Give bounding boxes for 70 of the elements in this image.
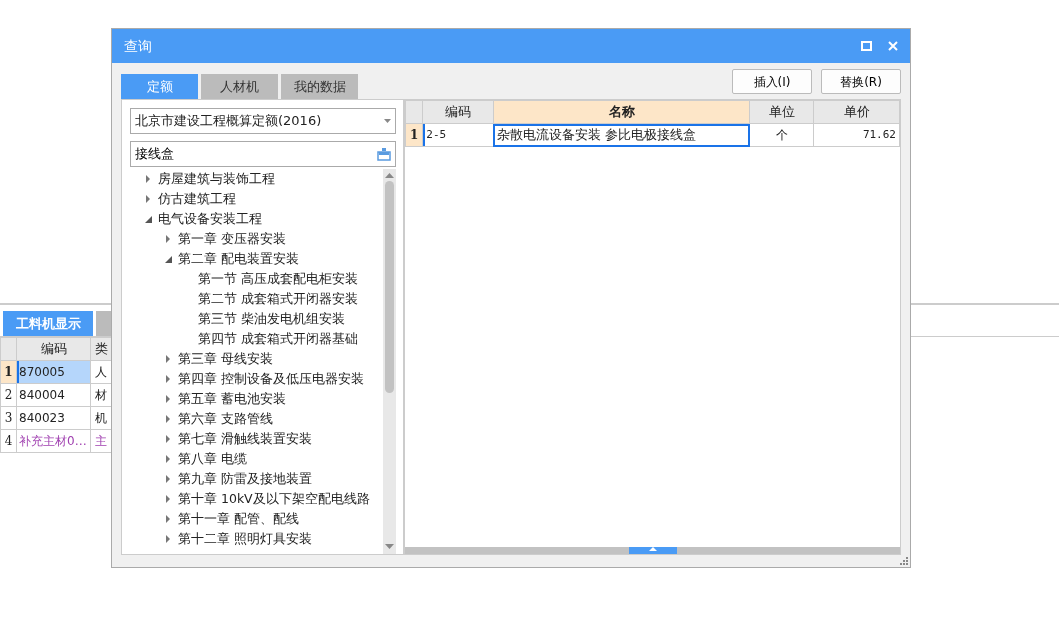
row-number: 4 bbox=[0, 429, 17, 453]
replace-button[interactable]: 替换(R) bbox=[821, 69, 901, 94]
vertical-scrollbar[interactable] bbox=[383, 169, 396, 554]
column-header: 编码 bbox=[422, 100, 494, 124]
insert-button[interactable]: 插入(I) bbox=[732, 69, 812, 94]
window-title: 查询 bbox=[124, 36, 152, 56]
table-cell: 补充主材0… bbox=[16, 429, 91, 453]
table-cell: 840004 bbox=[16, 383, 91, 407]
tree-item[interactable]: 电气设备安装工程 bbox=[158, 209, 262, 229]
search-field[interactable]: 接线盒 bbox=[130, 141, 396, 167]
expand-triangle-icon[interactable] bbox=[164, 495, 172, 503]
expand-triangle-icon[interactable] bbox=[144, 175, 152, 183]
tree-item[interactable]: 第十章 10kV及以下架空配电线路 bbox=[178, 489, 370, 509]
expand-triangle-icon[interactable] bbox=[164, 455, 172, 463]
expand-triangle-icon[interactable] bbox=[164, 235, 172, 243]
expand-triangle-icon[interactable] bbox=[144, 195, 152, 203]
tree-item[interactable]: 房屋建筑与装饰工程 bbox=[158, 169, 275, 189]
collapse-triangle-icon[interactable] bbox=[144, 215, 152, 223]
tree-item[interactable]: 第二节 成套箱式开闭器安装 bbox=[198, 289, 358, 309]
expand-triangle-icon[interactable] bbox=[164, 535, 172, 543]
clear-brush-icon[interactable] bbox=[377, 147, 391, 161]
tree-item[interactable]: 第八章 电缆 bbox=[178, 449, 247, 469]
row-number: 3 bbox=[0, 406, 17, 430]
tree-item[interactable]: 第三节 柴油发电机组安装 bbox=[198, 309, 345, 329]
close-icon[interactable] bbox=[888, 41, 898, 51]
tree-item[interactable]: 第十二章 照明灯具安装 bbox=[178, 529, 312, 549]
column-header: 单价 bbox=[813, 100, 900, 124]
expand-triangle-icon[interactable] bbox=[164, 435, 172, 443]
column-header: 名称 bbox=[493, 100, 750, 124]
tree-item[interactable]: 第九章 防雷及接地装置 bbox=[178, 469, 312, 489]
tree-item[interactable]: 第五章 蓄电池安装 bbox=[178, 389, 286, 409]
scroll-down-icon[interactable] bbox=[385, 544, 394, 550]
tab[interactable]: 人材机 bbox=[201, 74, 278, 99]
tree-item[interactable]: 第一章 变压器安装 bbox=[178, 229, 286, 249]
collapse-triangle-icon[interactable] bbox=[164, 255, 172, 263]
dropdown-value: 北京市建设工程概算定额(2016) bbox=[135, 112, 322, 131]
column-header: 类 bbox=[90, 337, 112, 361]
row-number: 2 bbox=[0, 383, 17, 407]
table-cell: 840023 bbox=[16, 406, 91, 430]
expand-triangle-icon[interactable] bbox=[164, 355, 172, 363]
expand-triangle-icon[interactable] bbox=[164, 375, 172, 383]
table-cell: 个 bbox=[750, 123, 814, 147]
expand-triangle-icon[interactable] bbox=[164, 475, 172, 483]
expand-triangle-icon[interactable] bbox=[164, 515, 172, 523]
tree-item[interactable]: 第十一章 配管、配线 bbox=[178, 509, 299, 529]
table-cell: 2-5 bbox=[422, 123, 494, 147]
expand-triangle-icon[interactable] bbox=[164, 395, 172, 403]
tree-item[interactable]: 第四章 控制设备及低压电器安装 bbox=[178, 369, 364, 389]
tree-item[interactable]: 第一节 高压成套配电柜安装 bbox=[198, 269, 358, 289]
maximize-icon[interactable] bbox=[861, 41, 872, 51]
table-cell: 71.62 bbox=[813, 123, 900, 147]
search-input[interactable]: 接线盒 bbox=[135, 144, 377, 164]
expand-triangle-icon[interactable] bbox=[164, 415, 172, 423]
tree-item[interactable]: 第七章 滑触线装置安装 bbox=[178, 429, 312, 449]
resize-grip-icon[interactable] bbox=[900, 557, 908, 565]
tree-item[interactable]: 仿古建筑工程 bbox=[158, 189, 236, 209]
column-header: 单位 bbox=[750, 100, 814, 124]
library-dropdown[interactable]: 北京市建设工程概算定额(2016) bbox=[130, 108, 396, 134]
tree-item[interactable]: 第二章 配电装置安装 bbox=[178, 249, 299, 269]
tree-item[interactable]: 第三章 母线安装 bbox=[178, 349, 273, 369]
row-number: 1 bbox=[405, 123, 423, 147]
row-number: 1 bbox=[0, 360, 17, 384]
scroll-up-icon[interactable] bbox=[385, 173, 394, 179]
tree-item[interactable]: 第六章 支路管线 bbox=[178, 409, 273, 429]
tree-item[interactable]: 第四节 成套箱式开闭器基础 bbox=[198, 329, 358, 349]
table-cell: 杂散电流设备安装 参比电极接线盒 bbox=[493, 123, 750, 147]
dropdown-arrow-icon bbox=[384, 119, 391, 123]
tab[interactable]: 我的数据 bbox=[281, 74, 358, 99]
column-header: 编码 bbox=[16, 337, 91, 361]
collapse-up-icon[interactable] bbox=[648, 547, 657, 551]
